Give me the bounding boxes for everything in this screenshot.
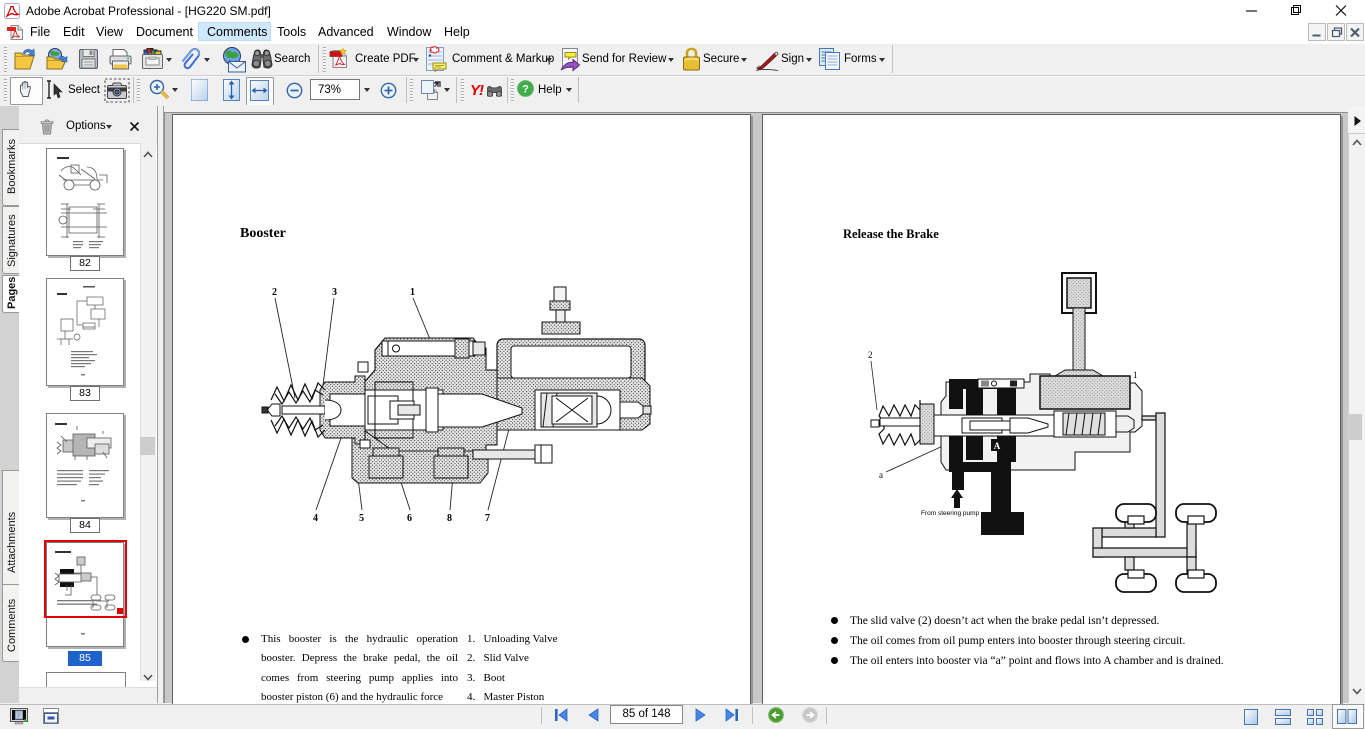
svg-text:1: 1	[1133, 370, 1138, 380]
svg-text:3: 3	[332, 287, 337, 298]
svg-text:8: 8	[447, 513, 452, 524]
svg-text:a: a	[879, 470, 883, 480]
svg-text:5: 5	[359, 513, 364, 524]
svg-text:2: 2	[868, 350, 873, 360]
svg-text:2: 2	[272, 287, 277, 298]
svg-text:?: ?	[522, 84, 529, 96]
svg-text:4: 4	[313, 513, 318, 524]
svg-text:1: 1	[410, 287, 415, 298]
svg-text:A: A	[994, 441, 1001, 451]
svg-text:From steering pump: From steering pump	[921, 510, 980, 517]
svg-text:7: 7	[485, 513, 490, 524]
svg-text:6: 6	[407, 513, 412, 524]
